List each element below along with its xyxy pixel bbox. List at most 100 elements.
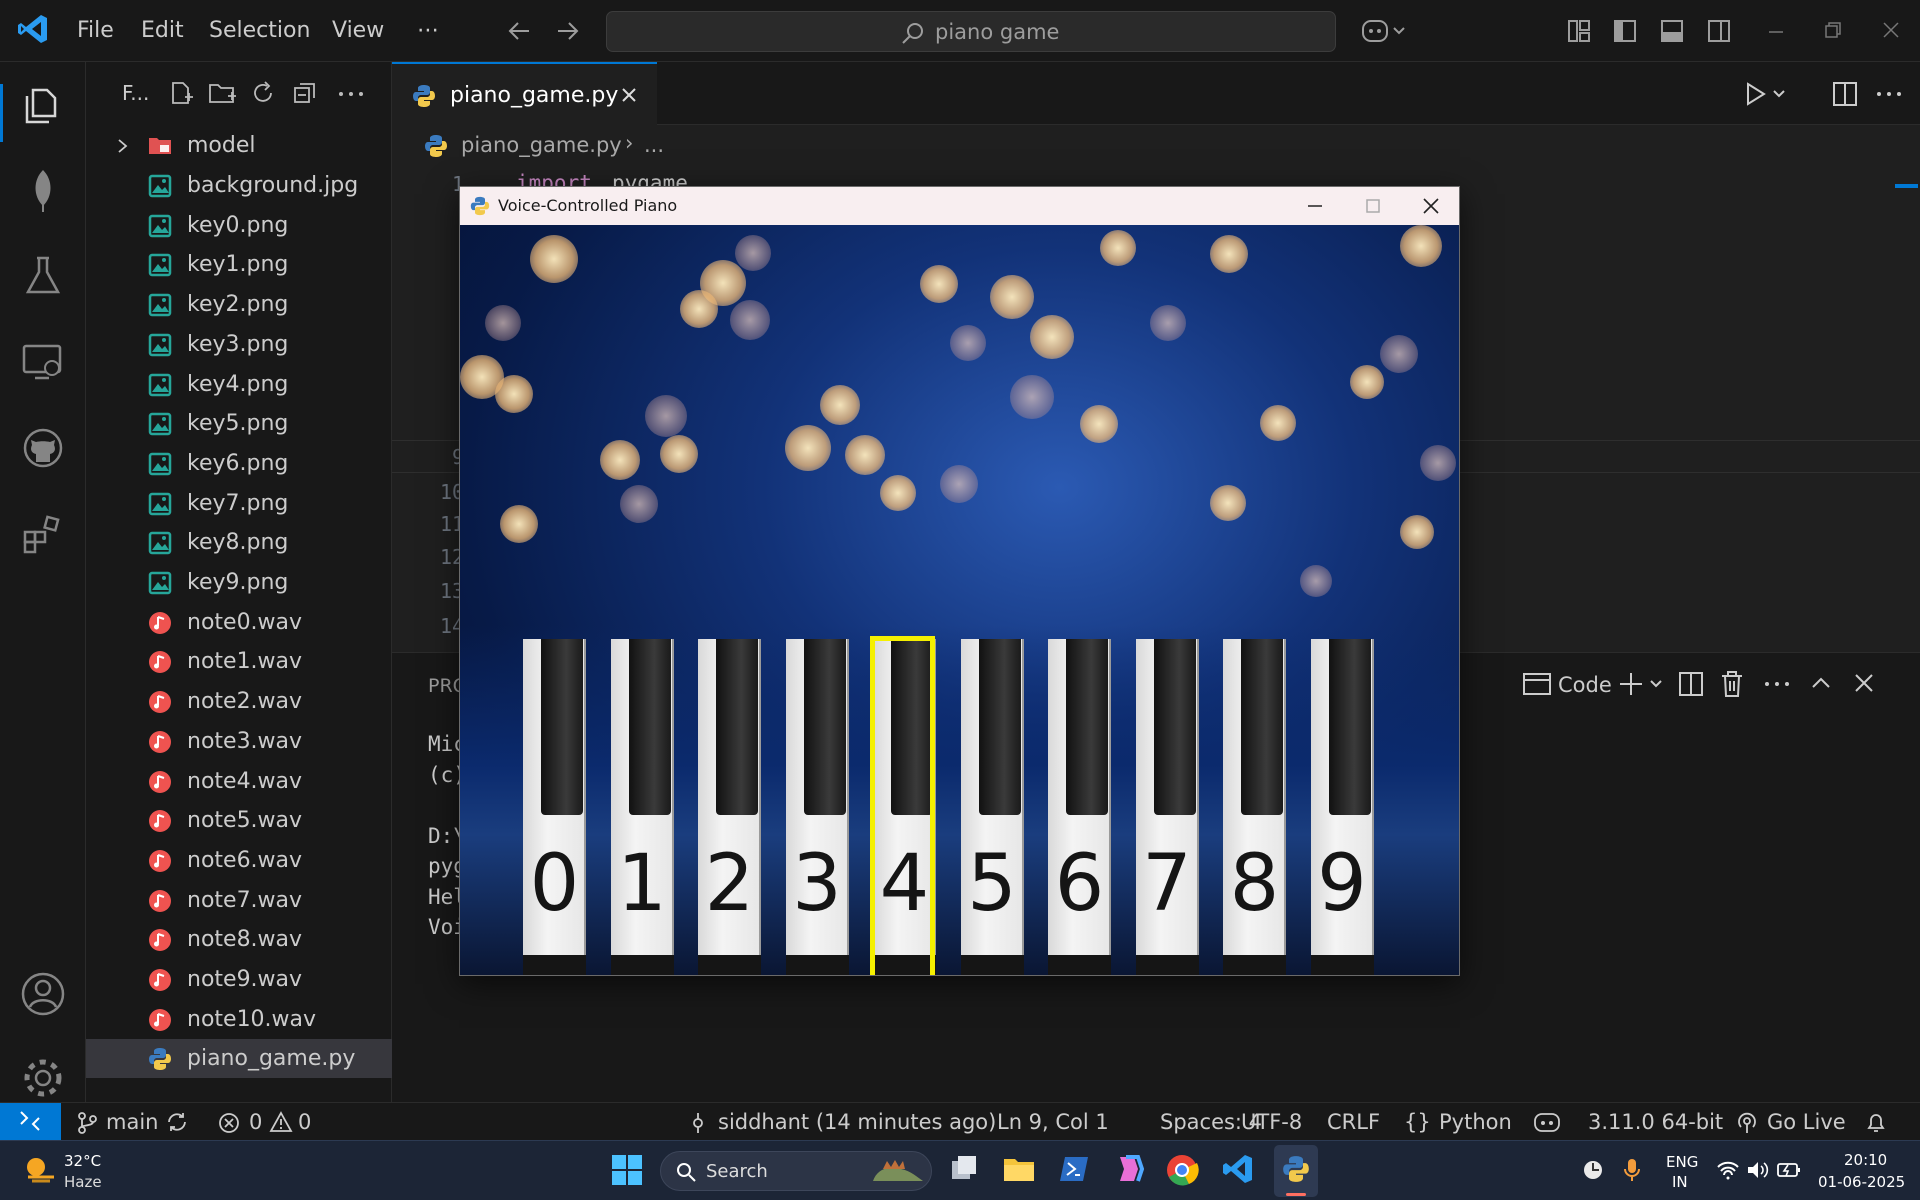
clock-time[interactable]: 20:10 — [1844, 1151, 1887, 1169]
refresh-icon[interactable] — [250, 80, 276, 106]
menu-file[interactable]: File — [77, 18, 114, 43]
pygame-titlebar[interactable]: Voice-Controlled Piano — [460, 187, 1459, 225]
encoding[interactable]: UTF-8 — [1241, 1110, 1302, 1134]
command-center-search[interactable]: piano game — [606, 11, 1336, 52]
tray-app-icon[interactable] — [1582, 1159, 1604, 1181]
file-row[interactable]: note4.wav — [86, 762, 392, 801]
end-of-line[interactable]: CRLF — [1327, 1110, 1380, 1134]
copilot-app-icon[interactable] — [1112, 1153, 1144, 1185]
folder-row-model[interactable]: model — [86, 126, 392, 165]
remote-indicator[interactable] — [0, 1103, 61, 1140]
piano-key-0[interactable]: 0 — [523, 639, 586, 975]
pygame-window[interactable]: Voice-Controlled Piano 0123456789 — [459, 186, 1460, 976]
file-row[interactable]: key3.png — [86, 325, 392, 364]
piano-key-9[interactable]: 9 — [1310, 639, 1374, 975]
file-row[interactable]: key8.png — [86, 523, 392, 562]
task-view-icon[interactable] — [948, 1153, 980, 1185]
file-row[interactable]: note2.wav — [86, 682, 392, 721]
menu-view[interactable]: View — [332, 18, 384, 43]
forward-arrow-icon[interactable] — [552, 17, 582, 45]
restore-icon[interactable] — [1823, 20, 1843, 40]
warning-icon[interactable] — [269, 1111, 293, 1133]
kill-terminal-trash-icon[interactable] — [1720, 670, 1744, 698]
run-python-icon[interactable] — [1744, 81, 1790, 107]
toggle-secondary-sidebar-icon[interactable] — [1707, 19, 1731, 43]
collapse-all-icon[interactable] — [292, 80, 318, 106]
extensions-icon[interactable] — [19, 510, 67, 558]
close-window-icon[interactable] — [1881, 20, 1901, 40]
minimap-slider[interactable] — [1895, 184, 1918, 188]
error-icon[interactable] — [218, 1112, 240, 1134]
close-panel-icon[interactable] — [1854, 673, 1874, 693]
tab-close-icon[interactable] — [620, 86, 638, 104]
terminal-profile-icon[interactable] — [1522, 671, 1552, 697]
piano-key-4[interactable]: 4 — [870, 636, 936, 975]
file-row[interactable]: note5.wav — [86, 801, 392, 840]
file-row[interactable]: piano_game.py — [86, 1039, 392, 1079]
go-live-button[interactable]: Go Live — [1767, 1110, 1846, 1134]
piano-key-7[interactable]: 7 — [1135, 639, 1199, 975]
file-row[interactable]: note0.wav — [86, 603, 392, 642]
minimize-icon[interactable] — [1766, 22, 1786, 42]
file-row[interactable]: key6.png — [86, 444, 392, 483]
input-region[interactable]: IN — [1672, 1173, 1688, 1191]
piano-key-5[interactable]: 5 — [960, 639, 1024, 975]
settings-gear-icon[interactable] — [19, 1054, 67, 1102]
file-row[interactable]: background.jpg — [86, 166, 392, 205]
input-language[interactable]: ENG — [1666, 1153, 1698, 1171]
clock-date[interactable]: 01-06-2025 — [1818, 1173, 1905, 1191]
pygame-close-icon[interactable] — [1422, 197, 1440, 215]
file-row[interactable]: key2.png — [86, 285, 392, 324]
microphone-icon[interactable] — [1622, 1157, 1642, 1183]
file-row[interactable]: key0.png — [86, 206, 392, 245]
testing-flask-icon[interactable] — [19, 252, 67, 300]
toggle-panel-icon[interactable] — [1660, 19, 1684, 43]
file-row[interactable]: note1.wav — [86, 642, 392, 681]
file-row[interactable]: key1.png — [86, 245, 392, 284]
maximize-panel-icon[interactable] — [1810, 673, 1832, 693]
language-mode[interactable]: Python — [1439, 1110, 1512, 1134]
editor-more-icon[interactable] — [1876, 90, 1902, 98]
breadcrumb-file[interactable]: piano_game.py — [461, 133, 622, 157]
warning-count[interactable]: 0 — [298, 1110, 311, 1134]
terminal-name[interactable]: Code — [1558, 673, 1612, 697]
volume-icon[interactable] — [1746, 1159, 1770, 1181]
github-icon[interactable] — [19, 424, 67, 472]
piano-key-6[interactable]: 6 — [1048, 639, 1111, 975]
git-branch-name[interactable]: main — [106, 1110, 158, 1134]
split-editor-icon[interactable] — [1832, 81, 1858, 107]
file-row[interactable]: note3.wav — [86, 722, 392, 761]
copilot-status-icon[interactable] — [1533, 1111, 1561, 1133]
new-terminal-icon[interactable] — [1619, 671, 1667, 697]
pygame-minimize-icon[interactable] — [1306, 197, 1324, 215]
chrome-icon[interactable] — [1166, 1153, 1200, 1187]
sync-icon[interactable] — [165, 1111, 189, 1133]
split-terminal-icon[interactable] — [1678, 671, 1704, 697]
taskbar-search[interactable]: Search — [660, 1151, 932, 1191]
piano-key-3[interactable]: 3 — [785, 639, 849, 975]
accounts-icon[interactable] — [19, 970, 67, 1018]
piano-key-2[interactable]: 2 — [698, 639, 761, 975]
cursor-position[interactable]: Ln 9, Col 1 — [997, 1110, 1109, 1134]
toggle-primary-sidebar-icon[interactable] — [1613, 19, 1637, 43]
pygame-maximize-icon[interactable] — [1364, 197, 1382, 215]
new-file-icon[interactable] — [168, 80, 194, 106]
menu-edit[interactable]: Edit — [141, 18, 184, 43]
battery-icon[interactable] — [1776, 1159, 1802, 1181]
git-blame[interactable]: siddhant (14 minutes ago) — [718, 1110, 996, 1134]
piano-key-8[interactable]: 8 — [1223, 639, 1286, 975]
remote-explorer-icon[interactable] — [19, 338, 67, 386]
mongodb-leaf-icon[interactable] — [19, 166, 67, 214]
new-folder-icon[interactable] — [208, 80, 238, 106]
back-arrow-icon[interactable] — [505, 17, 535, 45]
weather-temp[interactable]: 32°C — [64, 1152, 101, 1170]
breadcrumb-symbol[interactable]: ... — [644, 133, 664, 157]
explorer-icon[interactable] — [19, 82, 67, 130]
wifi-icon[interactable] — [1716, 1159, 1740, 1181]
file-row[interactable]: note9.wav — [86, 960, 392, 999]
file-row[interactable]: note10.wav — [86, 1000, 392, 1039]
menu-selection[interactable]: Selection — [209, 18, 310, 43]
file-row[interactable]: key5.png — [86, 404, 392, 443]
file-row[interactable]: note6.wav — [86, 841, 392, 880]
weather-sun-icon[interactable] — [22, 1153, 58, 1185]
